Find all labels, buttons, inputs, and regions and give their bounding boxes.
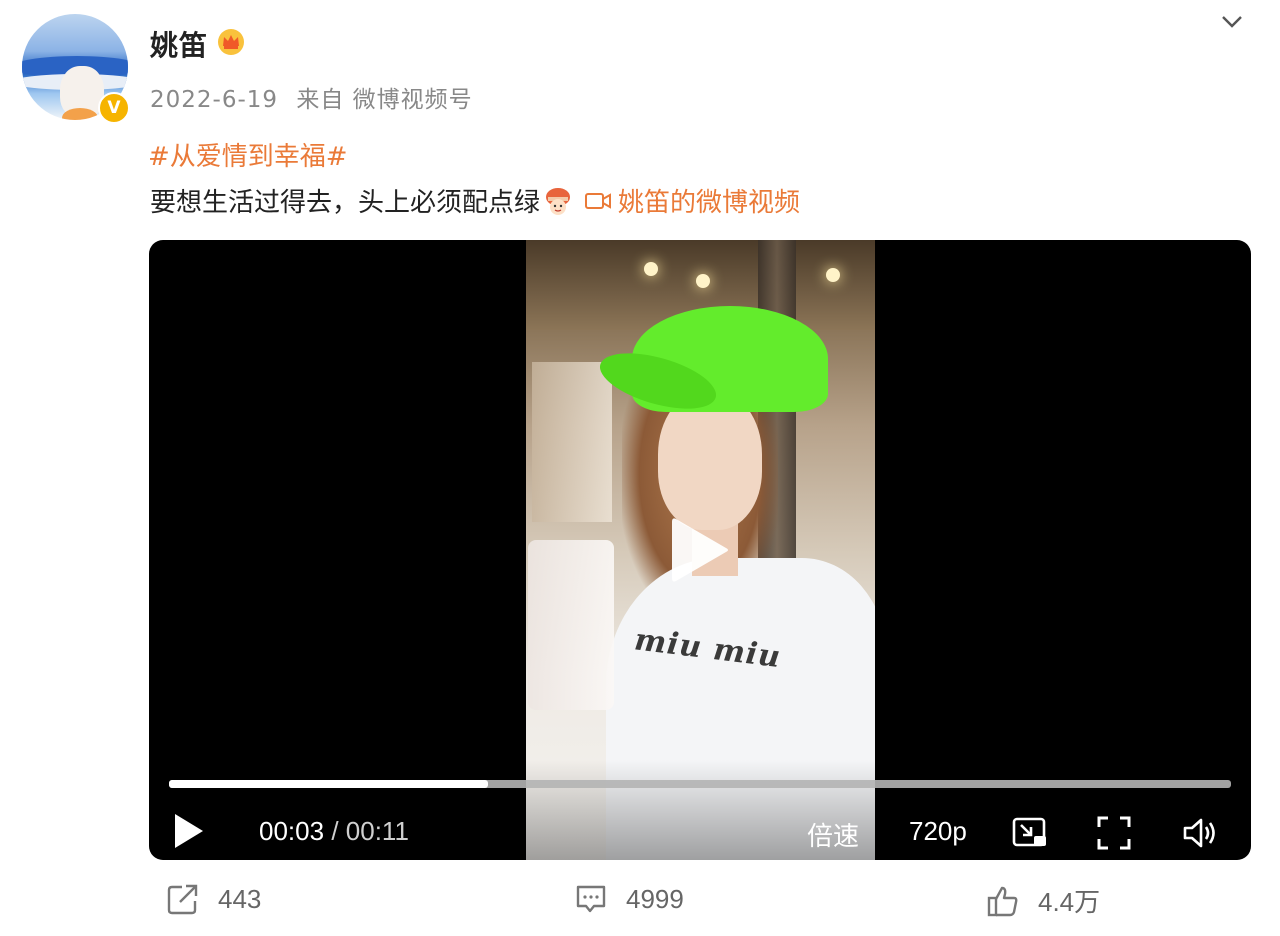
progress-fill (169, 780, 488, 788)
post-source[interactable]: 来自 微博视频号 (296, 87, 472, 113)
action-bar: 443 4999 4.4万 (0, 876, 1280, 928)
comment-icon (576, 885, 606, 913)
volume-icon[interactable] (1181, 814, 1219, 852)
post-text-line: 要想生活过得去，头上必须配点绿 姚笛的微博视频 (150, 182, 800, 219)
play-icon[interactable] (171, 812, 205, 850)
video-link[interactable]: 姚笛的微博视频 (584, 182, 800, 219)
username[interactable]: 姚笛 (150, 24, 208, 64)
frame-light (696, 274, 710, 288)
fullscreen-icon[interactable] (1095, 814, 1133, 852)
video-player[interactable]: miu miu 00:03 / 00:11 倍速 720p (149, 240, 1251, 860)
crown-icon (218, 29, 244, 55)
frame-cup (528, 540, 614, 710)
video-camera-icon (585, 192, 612, 209)
post-date: 2022-6-19 (150, 87, 279, 113)
current-time: 00:03 (259, 816, 325, 846)
share-count: 443 (218, 883, 262, 914)
thumbs-up-icon (987, 886, 1018, 916)
topic-link[interactable]: #从爱情到幸福# (148, 136, 348, 173)
quality-button[interactable]: 720p (909, 816, 967, 847)
emoji-icon (546, 187, 571, 215)
time-separator: / (331, 816, 339, 846)
share-button[interactable]: 443 (166, 882, 261, 916)
weibo-post: V 姚笛 2022-6-19 来自 微博视频号 #从爱情到幸福# 要想生活过得去… (0, 0, 1280, 936)
frame-light (826, 268, 840, 282)
speed-button[interactable]: 倍速 (807, 816, 859, 853)
play-icon[interactable] (668, 515, 732, 585)
post-meta: 2022-6-19 来自 微博视频号 (150, 80, 483, 114)
total-time: 00:11 (345, 816, 409, 846)
verified-badge-icon: V (98, 92, 130, 124)
comment-button[interactable]: 4999 (574, 882, 684, 916)
post-text: 要想生活过得去，头上必须配点绿 (150, 188, 541, 218)
chevron-down-icon[interactable] (1220, 12, 1244, 32)
video-controls: 00:03 / 00:11 倍速 720p (149, 760, 1251, 860)
like-button[interactable]: 4.4万 (986, 882, 1100, 919)
picture-in-picture-icon[interactable] (1011, 814, 1049, 852)
frame-light (644, 262, 658, 276)
progress-bar[interactable] (169, 780, 1231, 788)
share-icon (167, 884, 198, 915)
video-link-label: 姚笛的微博视频 (618, 188, 801, 218)
comment-count: 4999 (626, 883, 684, 914)
like-count: 4.4万 (1038, 887, 1101, 917)
time-display: 00:03 / 00:11 (259, 816, 409, 847)
frame-shelf (532, 362, 612, 522)
